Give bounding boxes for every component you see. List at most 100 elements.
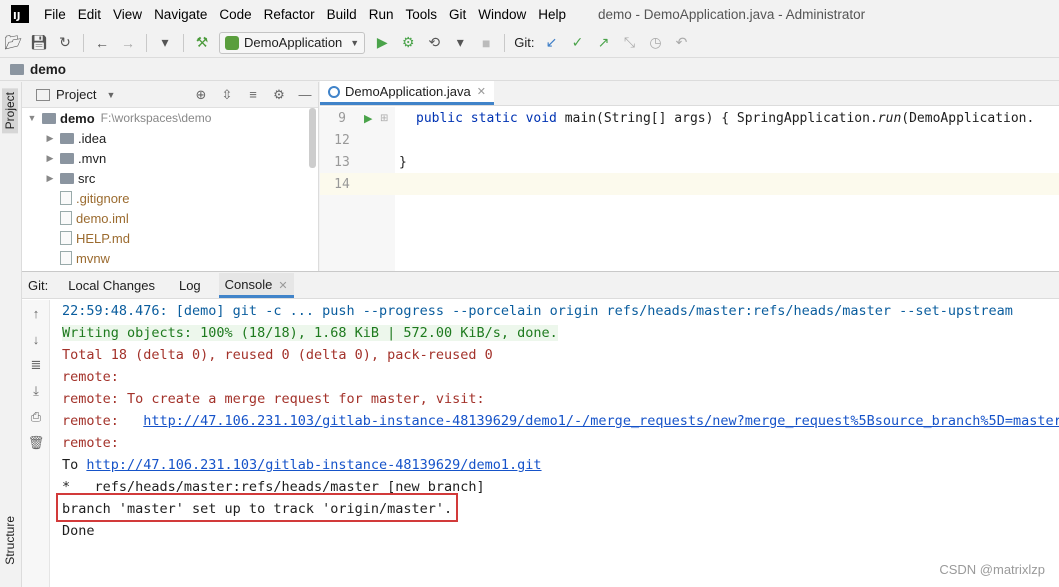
gear-icon[interactable]: ⚙ (266, 87, 292, 103)
folder-icon (60, 132, 74, 144)
tree-item-idea[interactable]: ▶ .idea (22, 128, 318, 148)
console-line: Total 18 (delta 0), reused 0 (delta 0), … (62, 347, 493, 363)
tree-item-demo[interactable]: ▼ demo F:\workspaces\demo (22, 108, 318, 128)
run-icon[interactable]: ▶ (371, 32, 393, 54)
code-line[interactable]: 12 (320, 129, 1059, 151)
highlight-annotation (56, 493, 458, 522)
console-line: remote: (62, 435, 119, 451)
git-compare-icon[interactable]: ⤡ (618, 32, 640, 54)
tree-item-gitignore[interactable]: .gitignore (22, 188, 318, 208)
window-title: demo - DemoApplication.java - Administra… (598, 6, 866, 22)
save-all-icon[interactable]: 💾︎ (28, 32, 50, 54)
structure-tool-tab[interactable]: Structure (2, 512, 18, 569)
editor-tab-label: DemoApplication.java (345, 84, 471, 99)
code-line[interactable]: 9 ▶ ⊞ public static void main(String[] a… (320, 107, 1059, 129)
project-tool-tab[interactable]: Project (2, 88, 18, 134)
code-text: } (399, 154, 407, 170)
tree-item-mvn[interactable]: ▶ .mvn (22, 148, 318, 168)
coverage-icon[interactable]: ⟲ (423, 32, 445, 54)
tab-log[interactable]: Log (173, 274, 207, 297)
code-line[interactable]: 13 } (320, 151, 1059, 173)
menu-run[interactable]: Run (369, 7, 394, 22)
trash-icon[interactable]: 🗑︎ (22, 430, 50, 456)
merge-request-link[interactable]: http://47.106.231.103/gitlab-instance-48… (143, 413, 1059, 429)
menu-window[interactable]: Window (478, 7, 526, 22)
tab-console[interactable]: Console ✕ (218, 272, 294, 298)
repository-link[interactable]: http://47.106.231.103/gitlab-instance-48… (86, 457, 541, 473)
git-panel-label: Git: (28, 277, 49, 293)
java-class-icon (328, 85, 340, 98)
forward-icon[interactable]: → (117, 32, 139, 54)
menu-bar: IJ File Edit View Navigate Code Refactor… (0, 0, 1059, 28)
build-hammer-icon[interactable]: ⚒ (191, 32, 213, 54)
tab-local-changes[interactable]: Local Changes (62, 274, 161, 297)
run-configuration-select[interactable]: DemoApplication ▼ (219, 31, 366, 54)
soft-wrap-icon[interactable]: ≣ (22, 352, 50, 378)
collapse-all-icon[interactable]: ≡ (240, 87, 266, 103)
code-editor: DemoApplication.java ✕ 9 ▶ ⊞ public stat… (320, 81, 1059, 271)
scroll-up-icon[interactable]: ↑ (22, 300, 50, 326)
git-update-icon[interactable]: ↙ (540, 32, 562, 54)
tree-item-src[interactable]: ▶ src (22, 168, 318, 188)
chevron-down-icon[interactable]: ▼ (106, 90, 115, 100)
run-gutter-icon[interactable]: ▶ (364, 112, 380, 125)
hide-icon[interactable]: — (292, 87, 318, 103)
menu-tools[interactable]: Tools (405, 7, 437, 22)
module-folder-icon (42, 112, 56, 124)
tree-item-demo-iml[interactable]: demo.iml (22, 208, 318, 228)
tree-item-label: HELP.md (76, 230, 130, 246)
profile-dropdown-icon[interactable]: ▾ (449, 32, 471, 54)
close-icon[interactable]: ✕ (275, 280, 287, 292)
chevron-right-icon[interactable]: ▶ (44, 133, 56, 144)
folder-icon (60, 152, 74, 164)
locate-icon[interactable]: ⊕ (188, 87, 214, 103)
intellij-logo-icon: IJ (11, 5, 29, 23)
menu-edit[interactable]: Edit (78, 7, 101, 22)
user-dropdown-icon[interactable]: ▾ (154, 32, 176, 54)
breadcrumb-project[interactable]: demo (30, 62, 66, 77)
toolbar-separator (504, 33, 506, 52)
project-tree: ▼ demo F:\workspaces\demo ▶ .idea ▶ .mvn… (22, 108, 318, 268)
git-rollback-icon[interactable]: ↶ (670, 32, 692, 54)
sync-icon[interactable]: ↻ (54, 32, 76, 54)
menu-build[interactable]: Build (327, 7, 357, 22)
scroll-down-icon[interactable]: ↓ (22, 326, 50, 352)
menu-git[interactable]: Git (449, 7, 466, 22)
print-icon[interactable]: ⎙ (22, 404, 50, 430)
menu-navigate[interactable]: Navigate (154, 7, 207, 22)
menu-file[interactable]: File (44, 7, 66, 22)
debug-icon[interactable]: ⚙ (397, 32, 419, 54)
project-view-select[interactable]: Project (56, 87, 96, 102)
menu-code[interactable]: Code (219, 7, 251, 22)
tab-demo-application-java[interactable]: DemoApplication.java ✕ (320, 81, 494, 105)
left-tool-stripe: Project Structure (0, 82, 22, 587)
git-history-icon[interactable]: ◷ (644, 32, 666, 54)
menu-help[interactable]: Help (538, 7, 566, 22)
console-line: remote: To create a merge request for ma… (62, 391, 485, 407)
console-output[interactable]: 22:59:48.476: [demo] git -c ... push --p… (56, 300, 1059, 587)
toolbar-separator (83, 33, 84, 52)
tree-scrollbar[interactable] (309, 108, 316, 168)
breadcrumb: demo (0, 58, 1059, 81)
expand-all-icon[interactable]: ⇳ (214, 87, 240, 103)
menu-refactor[interactable]: Refactor (264, 7, 315, 22)
chevron-right-icon[interactable]: ▶ (44, 153, 56, 164)
git-commit-icon[interactable]: ✓ (566, 32, 588, 54)
close-icon[interactable]: ✕ (477, 85, 486, 98)
open-folder-icon[interactable]: 📂︎ (2, 32, 24, 54)
code-line-current[interactable]: 14 (320, 173, 1059, 195)
back-icon[interactable]: ← (91, 32, 113, 54)
fold-icon[interactable]: ⊞ (380, 113, 394, 124)
tab-console-label: Console (224, 276, 273, 292)
tree-item-help-md[interactable]: HELP.md (22, 228, 318, 248)
editor-tab-bar: DemoApplication.java ✕ (320, 81, 1059, 106)
tree-item-mvnw[interactable]: mvnw (22, 248, 318, 268)
scroll-to-end-icon[interactable]: ⤓ (22, 378, 50, 404)
tree-item-label: demo (60, 110, 95, 126)
project-view-icon (36, 88, 50, 101)
stop-icon[interactable]: ■ (475, 32, 497, 54)
chevron-right-icon[interactable]: ▶ (44, 173, 56, 184)
chevron-down-icon[interactable]: ▼ (26, 113, 38, 123)
git-push-icon[interactable]: ↗ (592, 32, 614, 54)
menu-view[interactable]: View (113, 7, 142, 22)
